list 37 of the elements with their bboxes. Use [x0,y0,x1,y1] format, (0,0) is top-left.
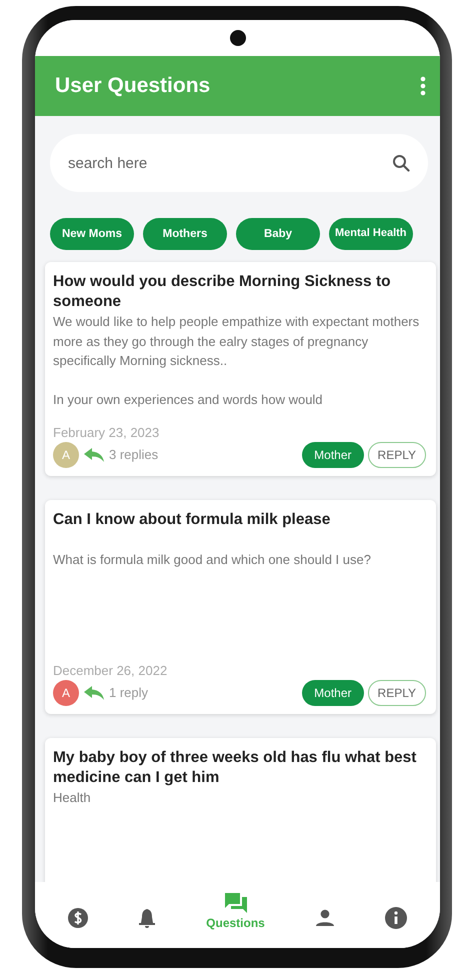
question-text: What is formula milk good and which one should I use? [53,551,372,570]
question-title: How would you describe Morning Sickness to someone [53,272,392,312]
question-text: Health [53,789,92,808]
category-tag: Mother [302,680,364,706]
category-chip[interactable]: Mental Health [329,218,413,250]
question-card[interactable] [45,262,436,476]
post-date: December 26, 2022 [53,662,168,680]
screen-title: User Questions [55,73,210,99]
question-text: In your own experiences and words how would [53,391,324,410]
question-card[interactable]: My baby boy of three weeks old has flu what best medicine can I get him Health [45,738,436,882]
avatar-circle: A [53,442,79,468]
reply-count: 1 reply [109,684,148,702]
question-title: My baby boy of three weeks old has flu what best medicine can I get him [53,748,418,788]
reply-button[interactable]: REPLY [368,442,426,468]
question-card[interactable]: Can I know about formula milk please What is formula milk good and which one should I use? December 26, 2022 A 1 reply Mother REPLY [45,500,436,714]
post-date: February 23, 2023 [53,424,160,442]
info-icon [384,907,407,929]
reply-arrow-icon [83,447,105,463]
dollar-icon [68,908,88,928]
person-icon [314,909,335,927]
camera-dot [230,30,246,46]
category-chip[interactable]: Baby [236,218,320,250]
reply-arrow-icon [83,685,105,701]
question-text: We would like to help people empathize with expectant mothers more as they go through the ealry stages of pregnancy specifically Morning sickness.. [53,313,420,370]
category-tag: Mother [302,442,364,468]
bell-icon [138,908,156,928]
category-chip[interactable]: Mothers [143,218,227,250]
avatar-circle: A [53,680,79,706]
reply-button[interactable]: REPLY [368,680,426,706]
nav-tab[interactable]: Questions [206,892,265,932]
reply-count: 3 replies [109,446,158,464]
search-icon[interactable] [392,154,410,172]
chat-icon [224,892,248,914]
more-icon[interactable] [420,76,426,96]
question-title: Can I know about formula milk please [53,510,332,530]
category-chip[interactable]: New Moms [50,218,134,250]
search-field[interactable]: search here [50,134,428,192]
